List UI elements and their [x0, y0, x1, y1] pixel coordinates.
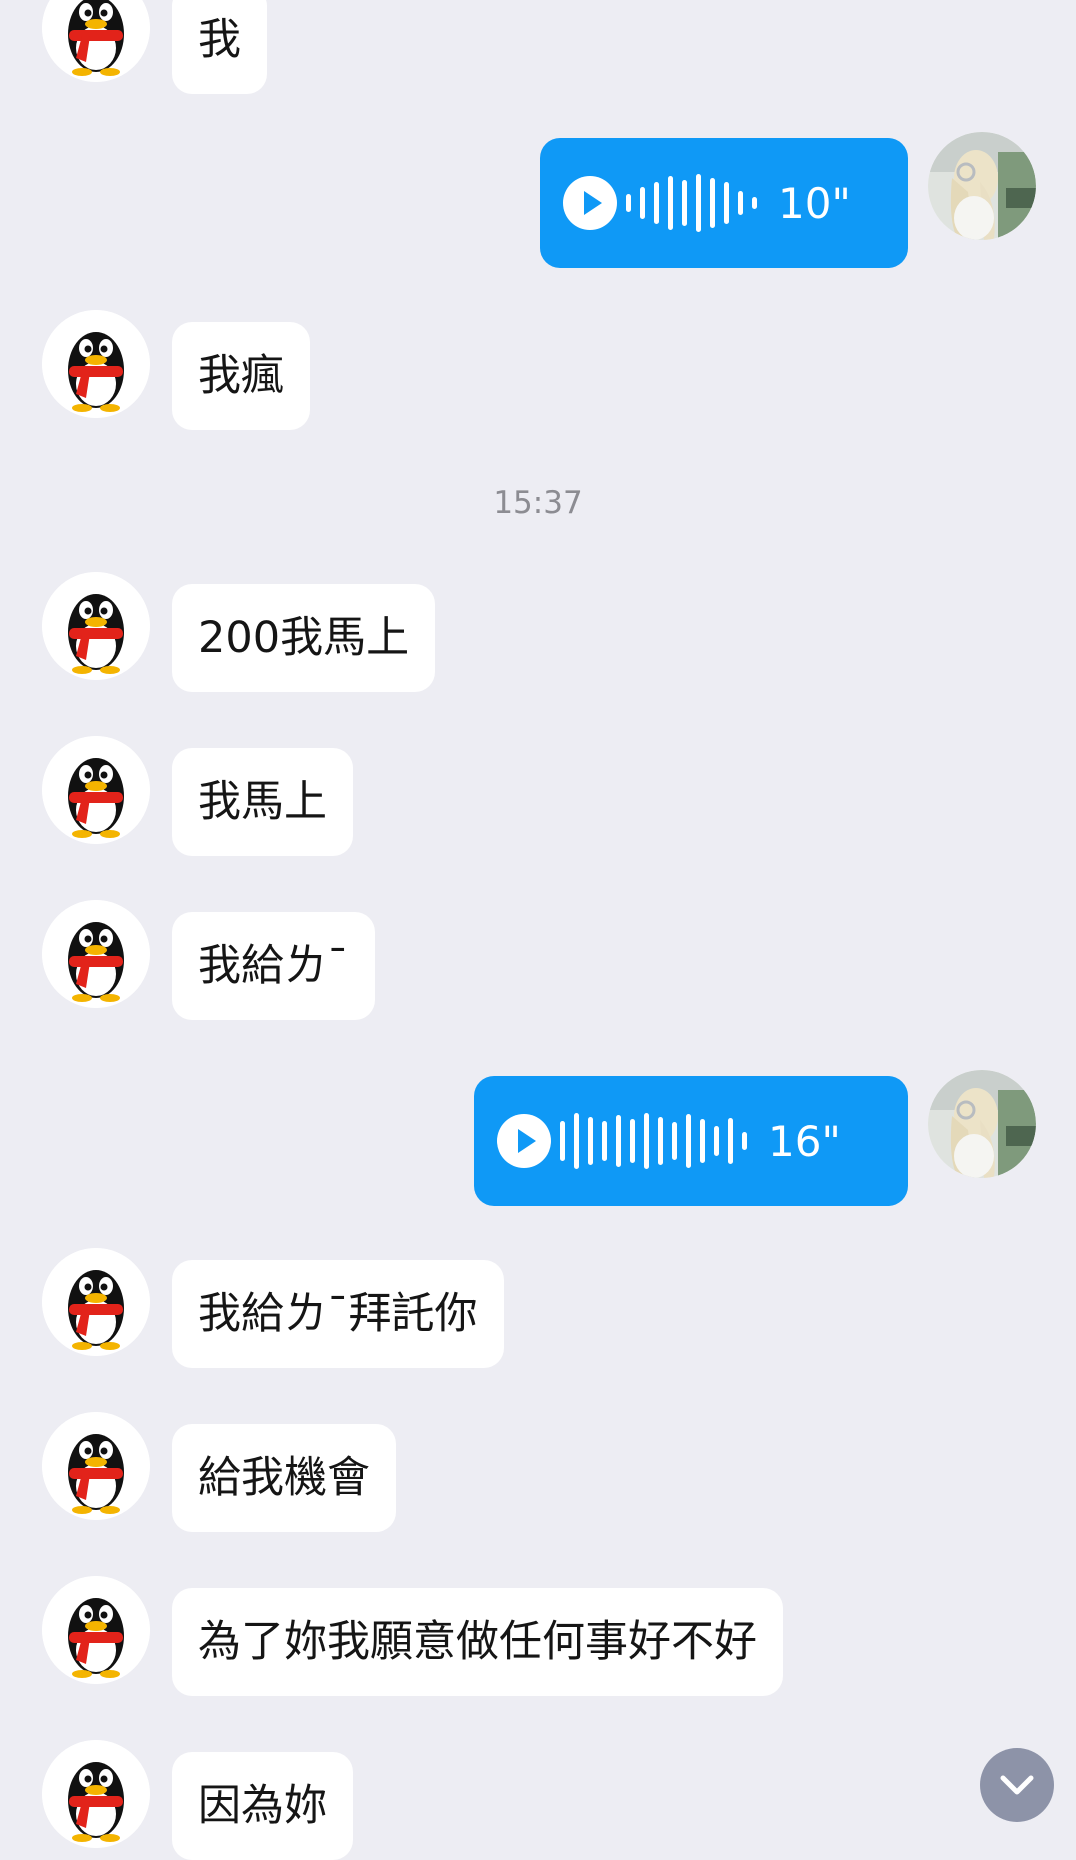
text-message-bubble[interactable]: 給我機會 — [172, 1424, 396, 1532]
waveform-bar — [710, 178, 715, 228]
waveform-bar — [560, 1121, 565, 1161]
peer-avatar[interactable] — [42, 1740, 150, 1848]
play-icon[interactable] — [562, 175, 618, 231]
waveform-bar — [658, 1117, 663, 1165]
text-message-bubble[interactable]: 因為妳 — [172, 1752, 353, 1860]
waveform-bar — [672, 1122, 677, 1160]
waveform-bar — [654, 182, 659, 224]
qq-penguin-avatar-icon — [42, 0, 150, 82]
text-message-bubble[interactable]: 200我馬上 — [172, 584, 436, 692]
message-timestamp: 15:37 — [493, 485, 583, 521]
peer-avatar[interactable] — [42, 1576, 150, 1684]
waveform-bar — [640, 187, 645, 219]
peer-avatar[interactable] — [42, 0, 150, 82]
voice-duration: 10" — [778, 178, 851, 228]
qq-penguin-avatar-icon — [42, 1576, 150, 1684]
text-message-bubble[interactable]: 我給ㄌˉ — [172, 912, 375, 1020]
waveform-bar — [602, 1121, 607, 1161]
waveform-bar — [724, 182, 729, 224]
waveform-bar — [742, 1132, 747, 1150]
qq-penguin-avatar-icon — [42, 310, 150, 418]
waveform-bar — [574, 1113, 579, 1169]
user-photo-avatar-icon — [928, 1070, 1036, 1178]
waveform-bar — [752, 197, 757, 209]
qq-penguin-avatar-icon — [42, 736, 150, 844]
waveform-bar — [714, 1126, 719, 1156]
waveform-bar — [626, 194, 631, 212]
text-message-bubble[interactable]: 我給ㄌˉ拜託你 — [172, 1260, 504, 1368]
voice-message-bubble[interactable]: 10" — [540, 138, 908, 268]
peer-avatar[interactable] — [42, 900, 150, 1008]
waveform-bar — [630, 1119, 635, 1163]
waveform-bar — [738, 191, 743, 215]
my-avatar[interactable] — [928, 132, 1036, 240]
waveform-bar — [728, 1118, 733, 1164]
waveform-bar — [700, 1119, 705, 1163]
peer-avatar[interactable] — [42, 736, 150, 844]
waveform-bar — [682, 180, 687, 226]
voice-waveform — [560, 1091, 756, 1191]
waveform-bar — [588, 1117, 593, 1165]
waveform-bar — [644, 1113, 649, 1169]
qq-penguin-avatar-icon — [42, 1740, 150, 1848]
waveform-bar — [668, 176, 673, 230]
voice-message-bubble[interactable]: 16" — [474, 1076, 908, 1206]
waveform-bar — [616, 1115, 621, 1167]
voice-duration: 16" — [768, 1116, 841, 1166]
waveform-bar — [696, 174, 701, 232]
play-icon[interactable] — [496, 1113, 552, 1169]
qq-penguin-avatar-icon — [42, 1248, 150, 1356]
waveform-bar — [686, 1114, 691, 1168]
peer-avatar[interactable] — [42, 310, 150, 418]
peer-avatar[interactable] — [42, 1248, 150, 1356]
scroll-to-bottom-button[interactable] — [980, 1748, 1054, 1822]
voice-waveform — [626, 153, 766, 253]
text-message-bubble[interactable]: 我 — [172, 0, 267, 94]
my-avatar[interactable] — [928, 1070, 1036, 1178]
text-message-bubble[interactable]: 我瘋 — [172, 322, 310, 430]
peer-avatar[interactable] — [42, 572, 150, 680]
qq-penguin-avatar-icon — [42, 900, 150, 1008]
qq-penguin-avatar-icon — [42, 1412, 150, 1520]
text-message-bubble[interactable]: 為了妳我願意做任何事好不好 — [172, 1588, 783, 1696]
user-photo-avatar-icon — [928, 132, 1036, 240]
qq-penguin-avatar-icon — [42, 572, 150, 680]
text-message-bubble[interactable]: 我馬上 — [172, 748, 353, 856]
chevron-down-icon — [1000, 1775, 1034, 1795]
chat-message-list[interactable]: 我 10" 我瘋 15:37 200我馬上 我馬上 我給ㄌˉ 16" 我給ㄌˉ拜… — [0, 0, 1076, 1860]
peer-avatar[interactable] — [42, 1412, 150, 1520]
